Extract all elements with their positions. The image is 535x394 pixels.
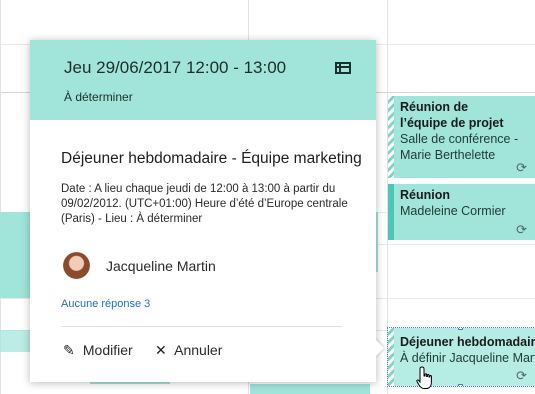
popup-header: Jeu 29/06/2017 12:00 - 13:00 À détermine…: [30, 40, 376, 120]
recurring-icon: ⟳: [516, 222, 527, 237]
edit-label: Modifier: [82, 342, 133, 358]
calendar-event-project-meeting[interactable]: Réunion de l’équipe de projet Salle de c…: [388, 96, 535, 178]
event-location: Salle de conférence -: [400, 132, 519, 146]
calendar-event-block[interactable]: [0, 330, 32, 352]
popup-actions: ✎ Modifier ✕ Annuler: [61, 342, 301, 362]
pencil-icon: ✎: [63, 342, 75, 358]
event-description: Date : A lieu chaque jeudi de 12:00 à 13…: [61, 183, 348, 225]
calendar-event-block[interactable]: [250, 384, 370, 394]
event-peek-popup: Jeu 29/06/2017 12:00 - 13:00 À détermine…: [30, 40, 376, 382]
event-title: l’équipe de projet: [400, 116, 504, 130]
calendar-event-weekly-lunch[interactable]: Déjeuner hebdomadaire À définir Jacqueli…: [387, 327, 535, 387]
recurring-icon: ⟳: [516, 368, 527, 383]
popup-pointer: [374, 338, 384, 358]
recurring-icon: ⟳: [516, 160, 527, 175]
hand-cursor-icon: [416, 366, 432, 389]
cancel-label: Annuler: [174, 342, 223, 358]
calendar-event-block[interactable]: [0, 212, 32, 298]
event-title: Déjeuner hebdomadaire - Équipe marketing: [61, 150, 362, 167]
event-location: À déterminer: [64, 90, 133, 104]
event-organizer: Marie Berthelette: [400, 148, 496, 162]
responses-link[interactable]: Aucune réponse 3: [61, 298, 150, 310]
resize-handle-top[interactable]: [458, 328, 463, 330]
event-title: Réunion: [400, 188, 450, 202]
event-datetime: Jeu 29/06/2017 12:00 - 13:00: [64, 58, 287, 77]
event-organizer: À définir Jacqueline Martin: [400, 351, 535, 365]
organizer[interactable]: Jacqueline Martin: [61, 252, 321, 282]
calendar-popout-icon[interactable]: [335, 62, 351, 74]
resize-handle-bottom[interactable]: [458, 384, 463, 386]
close-icon: ✕: [155, 342, 167, 358]
event-title: Déjeuner hebdomadaire: [400, 335, 535, 349]
avatar: [63, 252, 90, 279]
cancel-button[interactable]: ✕ Annuler: [155, 342, 222, 362]
calendar-event-meeting[interactable]: Réunion Madeleine Cormier ⟳: [388, 184, 535, 240]
event-organizer: Madeleine Cormier: [400, 204, 506, 218]
organizer-name: Jacqueline Martin: [106, 258, 216, 274]
edit-button[interactable]: ✎ Modifier: [63, 342, 133, 362]
event-title: Réunion de: [400, 100, 469, 114]
divider: [61, 326, 342, 327]
